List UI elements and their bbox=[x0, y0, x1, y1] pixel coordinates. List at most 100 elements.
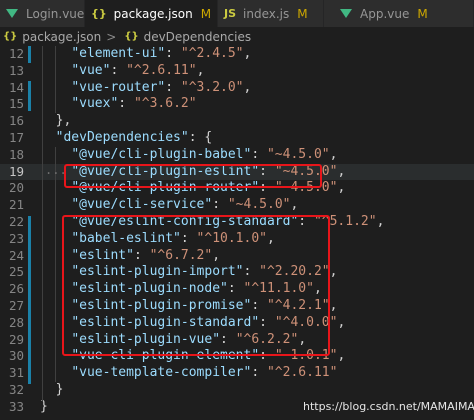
tab-label: Login.vue bbox=[26, 6, 85, 21]
code-line[interactable]: 21 "@vue/cli-service": "~4.5.0", bbox=[0, 197, 474, 214]
line-number: 19 bbox=[8, 163, 24, 179]
line-number: 16 bbox=[8, 113, 24, 129]
punctuation: , bbox=[337, 163, 346, 179]
line-code: "vue-template-compiler": "^2.6.11" bbox=[40, 365, 337, 382]
tab-login-vue[interactable]: Login.vue U bbox=[0, 0, 101, 27]
line-number: 15 bbox=[8, 96, 24, 112]
breadcrumb-file[interactable]: package.json bbox=[22, 30, 101, 44]
line-number: 26 bbox=[8, 281, 24, 297]
json-key: "devDependencies" bbox=[55, 130, 189, 145]
tab-app-vue[interactable]: App.vue M bbox=[324, 0, 474, 27]
tab-status: M bbox=[417, 6, 428, 21]
json-key: "vue-template-compiler" bbox=[71, 365, 252, 381]
json-key: "vue" bbox=[71, 62, 111, 78]
code-line[interactable]: 31 "vue-template-compiler": "^2.6.11" bbox=[0, 365, 474, 382]
js-icon: JS bbox=[224, 7, 237, 20]
highlight-box bbox=[62, 215, 330, 356]
line-number: 21 bbox=[8, 197, 24, 213]
line-code: } bbox=[40, 399, 48, 416]
line-number: 14 bbox=[8, 79, 24, 95]
line-code: "element-ui": "^2.4.5", bbox=[40, 46, 251, 63]
json-value: "^3.6.2" bbox=[133, 96, 197, 112]
line-code: "devDependencies": { bbox=[40, 130, 213, 147]
punctuation: : bbox=[251, 146, 267, 162]
line-number: 33 bbox=[8, 398, 24, 414]
punctuation: : bbox=[110, 62, 127, 78]
line-number: 32 bbox=[8, 382, 24, 397]
json-icon: {} bbox=[124, 31, 139, 42]
code-line[interactable]: 32 } bbox=[0, 382, 474, 399]
indent-guide bbox=[55, 147, 56, 382]
json-value: "^2.6.11" bbox=[266, 365, 338, 381]
tab-index-js[interactable]: JS index.js M bbox=[218, 0, 324, 27]
json-key: "vue-router" bbox=[71, 79, 166, 95]
code-line[interactable]: 12 "element-ui": "^2.4.5", bbox=[0, 46, 474, 63]
punctuation: , bbox=[337, 348, 346, 364]
code-line[interactable]: 14 "vue-router": "^3.2.0", bbox=[0, 80, 474, 97]
tab-label: index.js bbox=[243, 6, 290, 21]
punctuation: , bbox=[243, 79, 252, 95]
punctuation: : bbox=[165, 46, 181, 61]
punctuation: } bbox=[40, 382, 64, 397]
breadcrumb-section[interactable]: devDependencies bbox=[144, 30, 252, 44]
punctuation: , bbox=[196, 62, 205, 78]
tab-status: M bbox=[200, 6, 212, 21]
line-code: } bbox=[40, 382, 64, 399]
code-line[interactable]: 16 }, bbox=[0, 113, 474, 130]
indent-guide bbox=[55, 46, 56, 113]
tab-status: M bbox=[297, 6, 308, 21]
punctuation: : bbox=[118, 96, 134, 112]
vue-icon bbox=[340, 9, 352, 18]
punctuation: , bbox=[243, 46, 252, 61]
line-number: 13 bbox=[8, 62, 24, 78]
punctuation: : bbox=[251, 365, 267, 381]
line-number: 23 bbox=[8, 230, 24, 246]
watermark: https://blog.csdn.net/MAMAIMAI bbox=[303, 400, 474, 413]
json-value: "^2.4.5" bbox=[180, 46, 244, 61]
tab-label: package.json bbox=[113, 6, 193, 21]
line-code: }, bbox=[40, 113, 72, 130]
tab-package-json[interactable]: {} package.json M ● bbox=[85, 0, 230, 27]
line-code: "@vue/cli-plugin-babel": "~4.5.0", bbox=[40, 147, 337, 164]
code-line[interactable]: 15 "vuex": "^3.6.2" bbox=[0, 96, 474, 113]
punctuation: } bbox=[40, 398, 48, 414]
line-code: "vue-router": "^3.2.0", bbox=[40, 80, 251, 97]
json-key: "element-ui" bbox=[71, 46, 166, 61]
json-key: "@vue/cli-service" bbox=[71, 197, 213, 213]
vue-icon bbox=[6, 9, 18, 18]
json-icon: {} bbox=[91, 7, 107, 20]
line-number: 28 bbox=[8, 314, 24, 330]
line-number: 22 bbox=[8, 214, 24, 229]
json-icon: {} bbox=[3, 31, 18, 42]
chevron-right-icon: > bbox=[106, 29, 117, 44]
code-line[interactable]: 18 "@vue/cli-plugin-babel": "~4.5.0", bbox=[0, 147, 474, 164]
highlight-box bbox=[64, 164, 322, 188]
line-number: 24 bbox=[8, 247, 24, 263]
punctuation: : { bbox=[188, 130, 213, 145]
tab-label: App.vue bbox=[360, 6, 410, 21]
punctuation: , bbox=[329, 264, 338, 280]
punctuation: , bbox=[329, 298, 338, 313]
line-number: 18 bbox=[8, 146, 24, 162]
punctuation: , bbox=[376, 214, 385, 229]
line-code: "@vue/cli-service": "~4.5.0", bbox=[40, 197, 298, 214]
code-line[interactable]: 13 "vue": "^2.6.11", bbox=[0, 63, 474, 80]
code-line[interactable]: 17 "devDependencies": { bbox=[0, 130, 474, 147]
line-code: "vue": "^2.6.11", bbox=[40, 63, 204, 80]
json-value: "^2.6.11" bbox=[126, 62, 197, 78]
line-number: 12 bbox=[8, 46, 24, 61]
json-value: "^3.2.0" bbox=[180, 79, 244, 95]
line-number: 31 bbox=[8, 365, 24, 381]
tab-bar: Login.vue U {} package.json M ● JS index… bbox=[0, 0, 474, 27]
json-value: "~4.5.0" bbox=[266, 146, 330, 162]
punctuation: , bbox=[337, 180, 346, 196]
punctuation: , bbox=[337, 314, 346, 330]
line-number: 25 bbox=[8, 264, 24, 280]
punctuation: : bbox=[212, 197, 228, 213]
line-number: 29 bbox=[8, 331, 24, 347]
punctuation: , bbox=[290, 197, 299, 213]
json-key: "@vue/cli-plugin-babel" bbox=[71, 146, 252, 162]
json-value: "~4.5.0" bbox=[227, 197, 291, 213]
line-number: 30 bbox=[8, 348, 24, 364]
punctuation: }, bbox=[40, 113, 72, 129]
